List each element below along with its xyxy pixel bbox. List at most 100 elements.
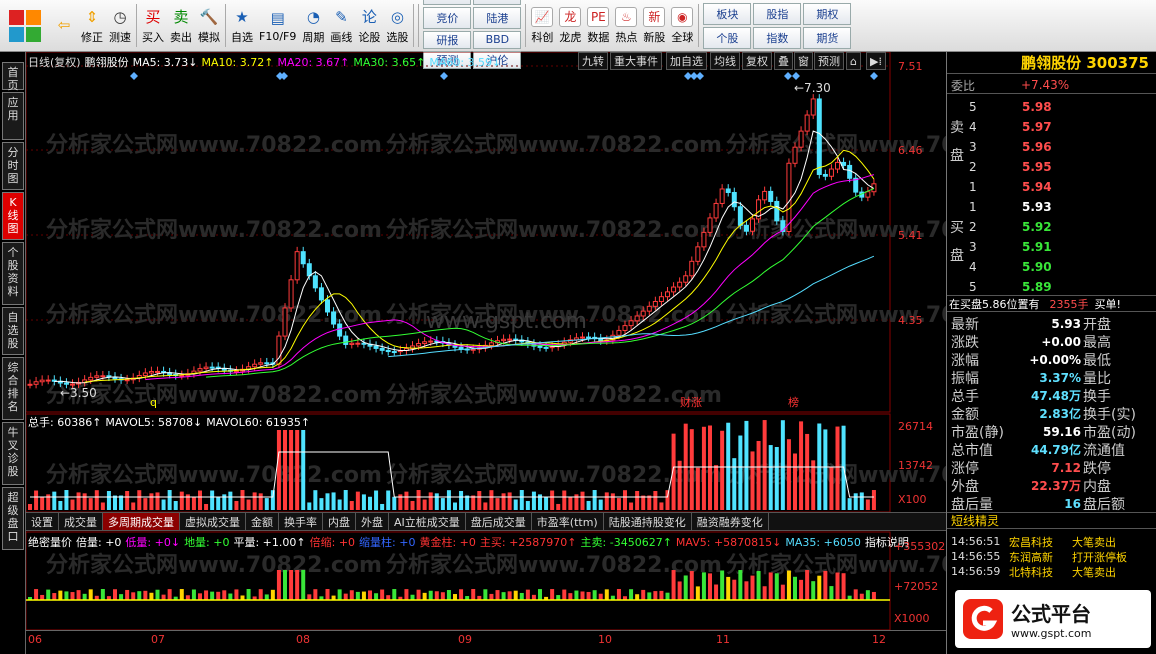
toolbar-link-期权[interactable]: 期权 [803,2,852,25]
buy-row-4[interactable]: 4 5.90 [947,258,1156,275]
toolbar-link-陆港[interactable]: 陆港 [473,6,522,29]
toolbar-speed-button[interactable]: ◷ 测速 [106,0,134,51]
toolbar-link-研报[interactable]: 研报 [423,30,472,49]
volume-bar [58,500,63,510]
sell-row-3[interactable]: 3 5.96 [947,138,1156,155]
toolbar-link-板块[interactable]: 板块 [703,2,752,25]
candle-body [33,381,39,385]
short-sprite-title[interactable]: 短线精灵 [951,512,999,529]
indicator-tab-5[interactable]: 换手率 [279,513,323,530]
toolbar-draw-button[interactable]: ✎ 画线 [327,0,355,51]
toolbar-pick-button[interactable]: ◎ 选股 [383,0,411,51]
toolbar-link-资讯[interactable]: 资讯 [423,0,472,5]
indicator-bar [270,589,275,600]
indicator-tab-6[interactable]: 内盘 [323,513,356,530]
indicator-bar [865,590,870,600]
candle-body [343,335,349,345]
indicator-bar [264,594,269,600]
toolbar-kechuang-button[interactable]: 📈 科创 [528,0,556,51]
volume-bar [823,429,828,510]
toolbar-link-指数[interactable]: 指数 [753,26,802,49]
toolbar-dragon-button[interactable]: 龙龙虎 [556,0,584,51]
app-logo[interactable] [0,0,50,51]
indicator-bar [422,592,427,600]
toolbar-watch-button[interactable]: ★ 自选 [228,0,256,51]
indicator-bar [428,590,433,600]
toolbar-global-button[interactable]: ◉ 全球 [668,0,696,51]
buy-row-1[interactable]: 1 5.93 [947,198,1156,215]
candle-body [179,374,185,377]
volume-bar [380,503,385,510]
left-tab-分时图[interactable]: 分时图 [2,142,24,190]
toolbar-revise-button[interactable]: ⇕ 修正 [78,0,106,51]
candle-body [628,320,634,327]
left-tab-超级盘口[interactable]: 超级盘口 [2,487,24,550]
left-tab-K线图[interactable]: K线图 [2,192,24,240]
toolbar-sim-button[interactable]: 🔨 模拟 [195,0,223,51]
indicator-tab-2[interactable]: 多周期成交量 [103,513,180,530]
toolbar-sell-button[interactable]: 卖卖出 [167,0,195,51]
toolbar-link-竞价[interactable]: 竞价 [423,6,472,29]
sell-row-2[interactable]: 2 5.95 [947,158,1156,175]
toolbar-f10-button[interactable]: ▤ F10/F9 [256,0,299,51]
indicator-tab-11[interactable]: 陆股通持股变化 [604,513,692,530]
chart-btn-0[interactable]: 九转 [578,52,608,70]
toolbar-link-股指[interactable]: 股指 [753,2,802,25]
chart-btn-7[interactable]: 预测 [814,52,844,70]
sell-row-5[interactable]: 5 5.98 [947,98,1156,115]
left-tab-自选股[interactable]: 自选股 [2,307,24,355]
toolbar-link-资金[interactable]: 资金 [473,0,522,5]
toolbar-link-期货[interactable]: 期货 [803,26,852,49]
toolbar-link-个股[interactable]: 个股 [703,26,752,49]
gspt-logo-icon [963,599,1003,639]
indicator-tab-10[interactable]: 市盈率(ttm) [532,513,604,530]
volume-bar [708,425,712,510]
buy-row-5[interactable]: 5 5.89 [947,278,1156,295]
indicator-tab-3[interactable]: 虚拟成交量 [180,513,246,530]
chart-btn-8[interactable]: ⌂ [846,52,861,70]
chart-btn-9[interactable]: ▶⁞ [866,52,886,70]
candle-body [828,168,834,177]
toolbar-data-button[interactable]: PE 数据 [584,0,612,51]
indicator-bar [368,590,372,600]
indicator-tab-4[interactable]: 金额 [246,513,279,530]
buy-row-2[interactable]: 2 5.92 [947,218,1156,235]
toolbar-newstock-button[interactable]: 新新股 [640,0,668,51]
chart-btn-1[interactable]: 重大事件 [610,52,662,70]
left-tab-首页[interactable]: 首页 [2,62,24,92]
indicator-tab-7[interactable]: 外盘 [356,513,389,530]
date-tick-12: 12 [872,633,886,646]
chart-btn-2[interactable]: 加自选 [666,52,707,70]
short-sprite-row[interactable]: 14:56:59 北特科技 大笔卖出 [947,563,1156,580]
sell-row-4[interactable]: 4 5.97 [947,118,1156,135]
event-mark-2: 榜 [788,395,799,409]
candle-body [768,190,774,202]
sell-row-1[interactable]: 1 5.94 [947,178,1156,195]
chart-btn-3[interactable]: 均线 [710,52,740,70]
buy-row-3[interactable]: 3 5.91 [947,238,1156,255]
left-tab-个股资料[interactable]: 个股资料 [2,242,24,305]
indicator-tab-1[interactable]: 成交量 [59,513,103,530]
toolbar-forum-button[interactable]: 论论股 [355,0,383,51]
indicator-tab-8[interactable]: AI立桩成交量 [389,513,466,530]
left-tab-应用[interactable]: 应用 [2,92,24,140]
kline-chart-area[interactable]: 分析家公式网www.70822.com 分析家公式网www.70822.com 分析… [26,52,946,630]
volume-bar [677,460,682,510]
indicator-tab-0[interactable]: 设置 [26,513,59,530]
toolbar-buy-button[interactable]: 买买入 [139,0,167,51]
chart-btn-6[interactable]: 窗 [794,52,813,70]
toolbar-back-button[interactable]: ⇦ [50,0,78,51]
indicator-tab-12[interactable]: 融资融券变化 [692,513,769,530]
ind-info-item-8: 主买: +2587970↑ [479,536,577,549]
chart-btn-5[interactable]: 叠 [774,52,793,70]
chart-btn-4[interactable]: 复权 [742,52,772,70]
stat-row-1: 涨跌 +0.00 最高 [947,333,1156,351]
toolbar-link-BBD[interactable]: BBD [473,30,522,49]
indicator-tab-9[interactable]: 盘后成交量 [466,513,532,530]
toolbar-button-label: 新股 [643,30,666,44]
left-tab-综合排名[interactable]: 综合排名 [2,357,24,420]
toolbar-period-button[interactable]: ◔ 周期 [299,0,327,51]
toolbar-hot-button[interactable]: ♨ 热点 [612,0,640,51]
left-tab-牛叉诊股[interactable]: 牛叉诊股 [2,422,24,485]
indicator-bar [404,589,409,600]
